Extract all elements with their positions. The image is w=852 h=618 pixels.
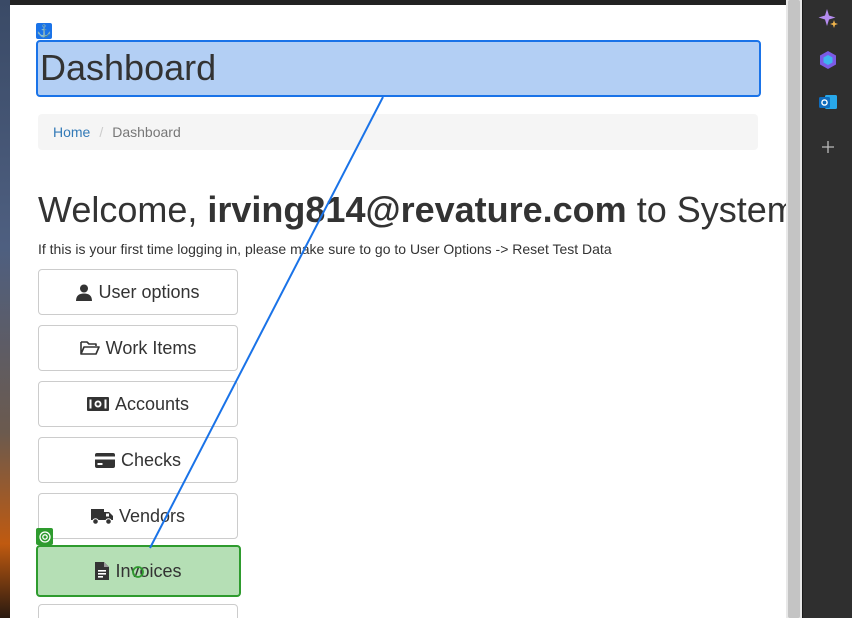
scrollbar-thumb[interactable]	[788, 0, 800, 618]
anchor-icon: ⚓	[36, 23, 52, 39]
checks-button[interactable]: Checks	[38, 437, 238, 483]
money-bill-icon	[86, 397, 109, 411]
breadcrumb-home-link[interactable]: Home	[53, 124, 90, 140]
page-top-bar	[10, 0, 786, 5]
invoices-label: Invoices	[115, 560, 182, 581]
work-items-button[interactable]: Work Items	[38, 325, 238, 371]
vendors-button[interactable]: Vendors	[38, 493, 238, 539]
browser-side-panel	[802, 0, 852, 618]
folder-open-icon	[79, 340, 100, 356]
outlook-icon[interactable]	[816, 90, 840, 114]
breadcrumb-current: Dashboard	[112, 124, 181, 140]
accounts-button[interactable]: Accounts	[38, 381, 238, 427]
welcome-suffix: to System	[626, 189, 786, 230]
invoices-button[interactable]: Invoices	[36, 545, 241, 597]
user-options-button[interactable]: User options	[38, 269, 238, 315]
desktop-wallpaper-strip	[0, 0, 10, 618]
next-menu-button[interactable]	[38, 604, 238, 618]
accounts-label: Accounts	[114, 393, 190, 414]
breadcrumb-separator: /	[99, 124, 104, 140]
credit-card-icon	[94, 452, 115, 468]
work-items-label: Work Items	[105, 337, 197, 358]
add-icon[interactable]	[816, 135, 840, 159]
breadcrumb: Home / Dashboard	[38, 114, 758, 150]
welcome-prefix: Welcome,	[38, 189, 208, 230]
user-icon	[76, 284, 93, 301]
copilot-sparkle-icon[interactable]	[816, 6, 840, 30]
vendors-label: Vendors	[118, 505, 186, 526]
truck-icon	[90, 508, 113, 525]
page-scrollbar[interactable]	[786, 0, 802, 618]
checks-label: Checks	[120, 449, 182, 470]
target-icon	[36, 528, 53, 545]
first-login-hint: If this is your first time logging in, p…	[38, 241, 612, 257]
file-invoice-icon	[95, 562, 110, 580]
page-title: Dashboard	[36, 40, 761, 97]
welcome-heading: Welcome, irving814@revature.com to Syste…	[38, 186, 786, 234]
user-options-label: User options	[98, 281, 200, 302]
browser-page: ⚓ Dashboard Home / Dashboard Welcome, ir…	[10, 0, 786, 618]
welcome-user: irving814@revature.com	[207, 189, 627, 230]
copilot-hexagon-icon[interactable]	[816, 48, 840, 72]
